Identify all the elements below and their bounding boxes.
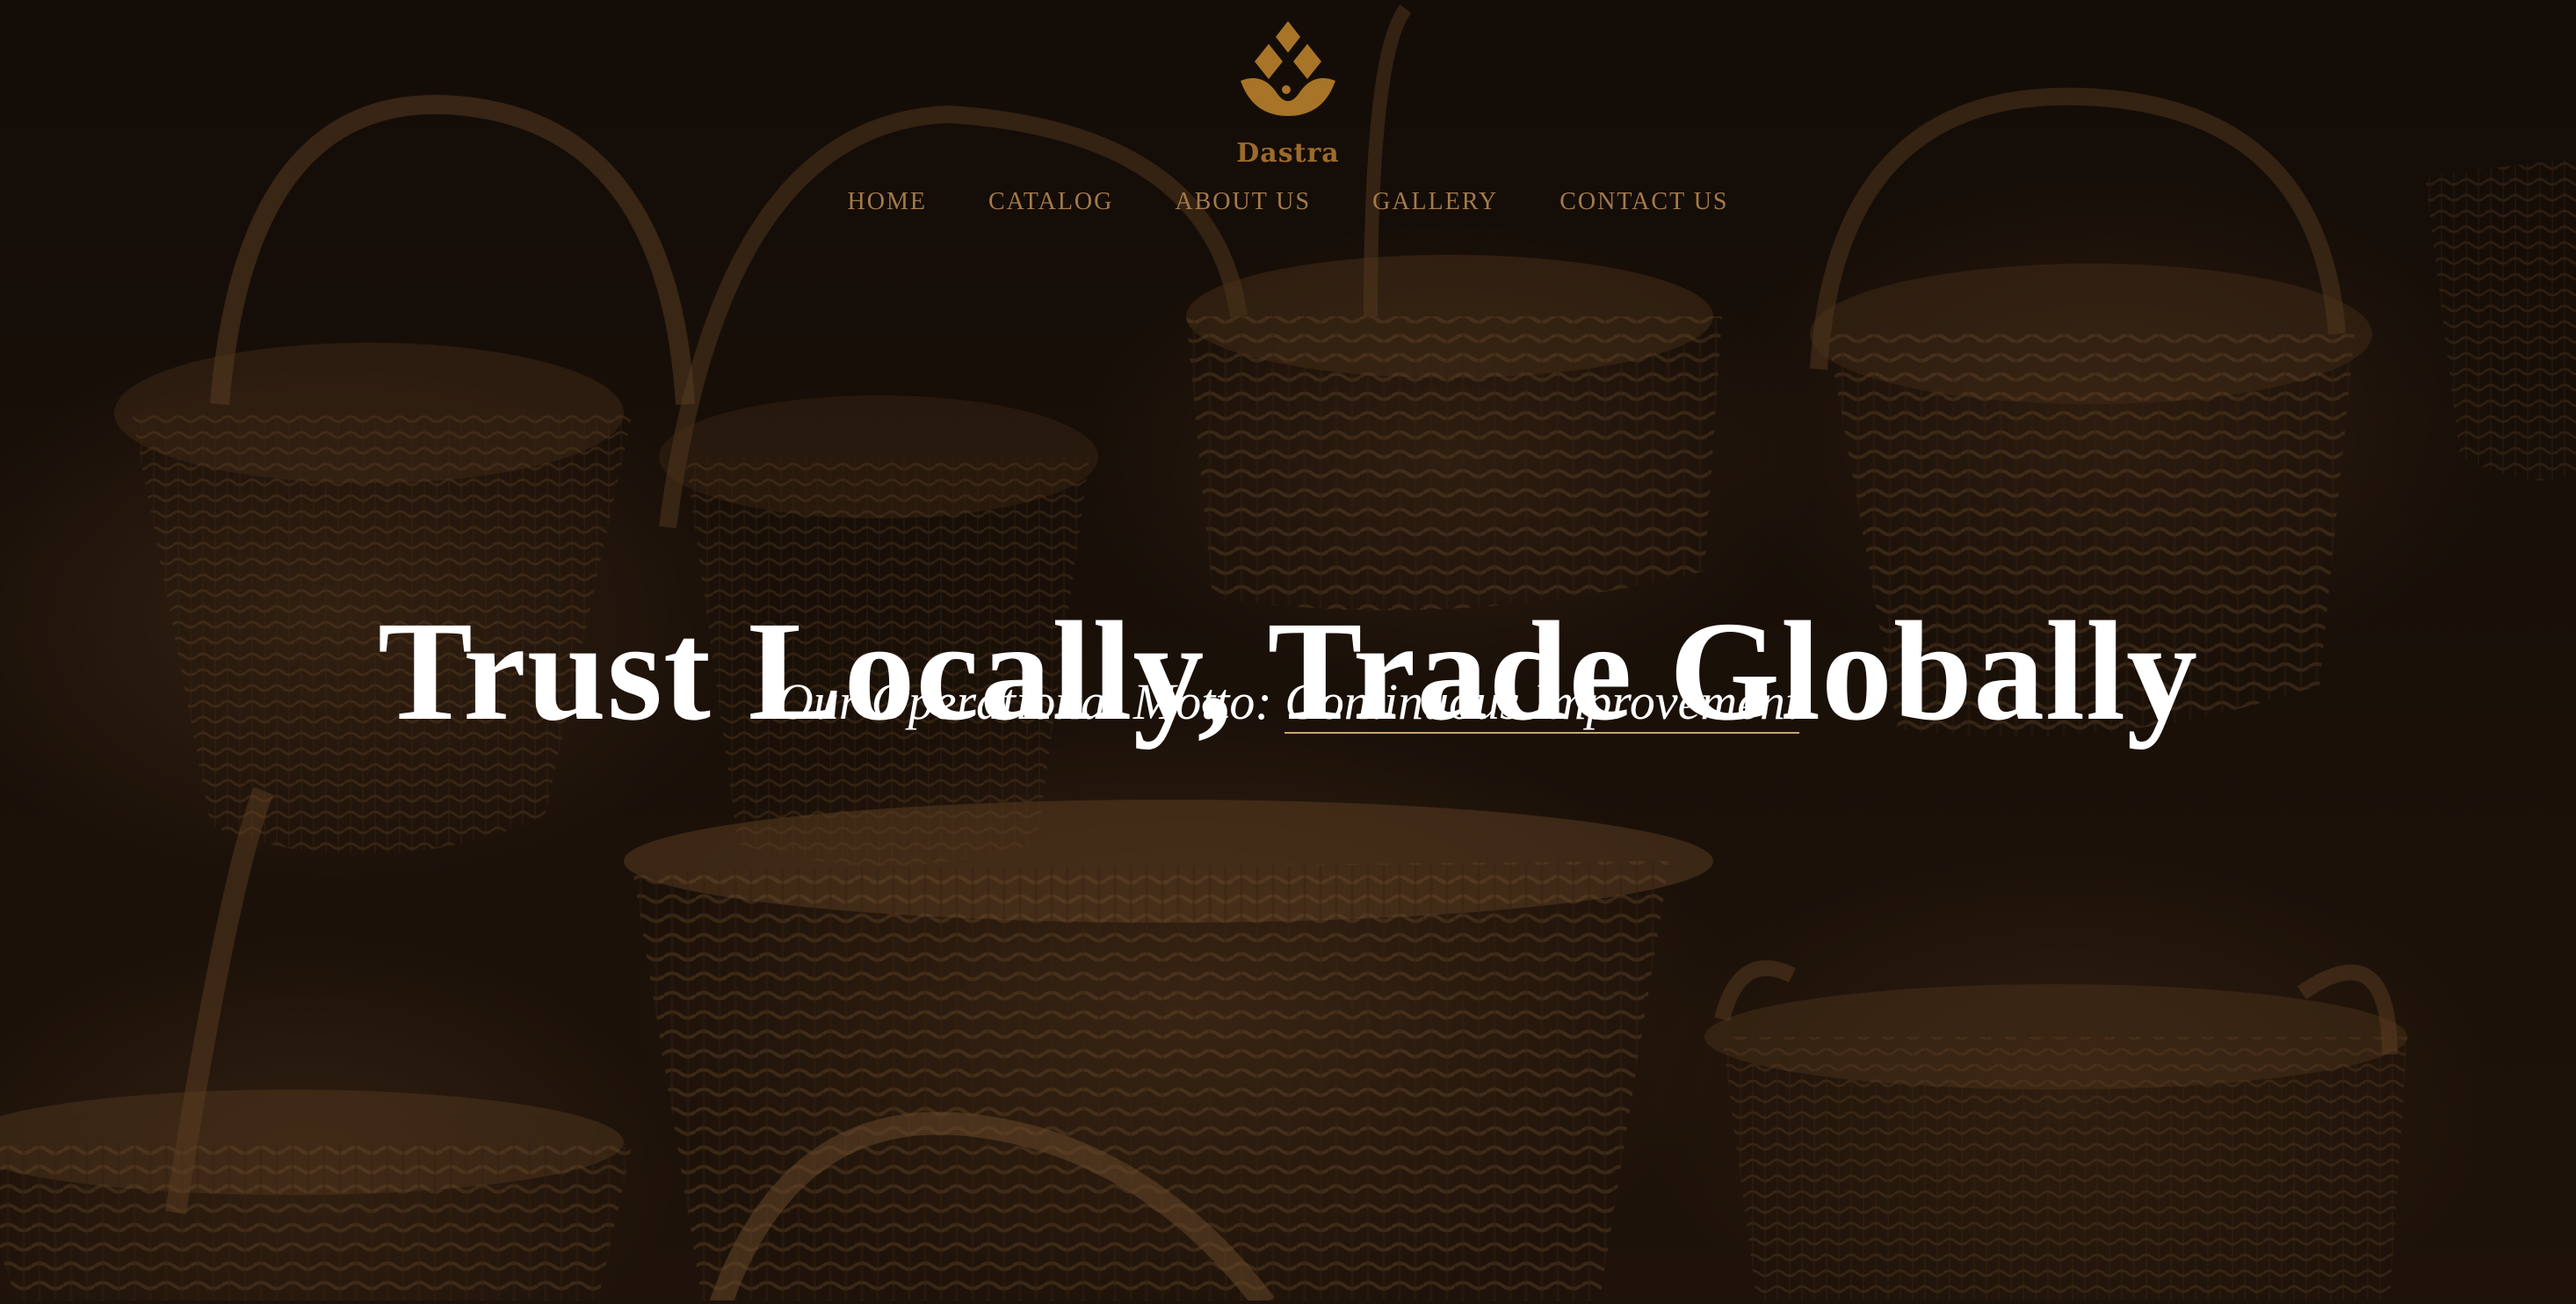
nav-item-gallery[interactable]: GALLERY <box>1372 188 1498 216</box>
nav-item-contact-us[interactable]: CONTACT US <box>1559 188 1728 216</box>
nav-item-about-us[interactable]: ABOUT US <box>1175 188 1311 216</box>
motto-prefix: Our Operational Motto: <box>776 673 1285 730</box>
brand-name[interactable]: Dastra <box>0 138 2576 169</box>
nav-item-catalog[interactable]: CATALOG <box>988 188 1113 216</box>
hero-section: Dastra HOME CATALOG ABOUT US GALLERY CON… <box>0 0 2576 1304</box>
hero-motto: Our Operational Motto: Continuous Improv… <box>0 672 2576 734</box>
main-nav: HOME CATALOG ABOUT US GALLERY CONTACT US <box>0 188 2576 216</box>
motto-link[interactable]: Continuous Improvement <box>1284 673 1800 734</box>
nav-item-home[interactable]: HOME <box>848 188 927 216</box>
site-header: Dastra <box>0 19 2576 169</box>
bottom-divider <box>0 1300 2576 1304</box>
dastra-logo-icon[interactable] <box>1235 19 1341 116</box>
